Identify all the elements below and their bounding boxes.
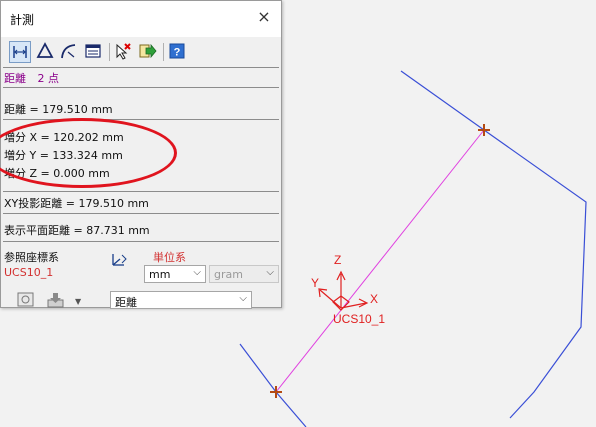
ucs-triad	[318, 270, 369, 311]
clear-selection-icon[interactable]	[113, 41, 135, 63]
ucs-name: UCS10_1	[4, 266, 54, 279]
dialog-title: 計測	[10, 13, 35, 27]
snapshot-icon[interactable]	[15, 291, 37, 312]
highlight-ellipse	[0, 118, 177, 188]
divider	[3, 67, 279, 68]
mode-row: 距離 2 点	[4, 70, 59, 86]
divider	[3, 241, 279, 242]
ucs-viewport-label: UCS10_1	[333, 312, 385, 326]
dropdown-arrow-icon[interactable]: ▼	[75, 297, 81, 306]
close-button[interactable]: ×	[255, 8, 273, 26]
measure-type-value: 距離	[115, 296, 137, 309]
measure-line	[275, 129, 485, 393]
unit-system-label: 単位系	[153, 251, 186, 264]
model-outline-top[interactable]	[400, 70, 587, 419]
axis-x-label: X	[370, 292, 378, 306]
measure-distance-icon[interactable]	[9, 41, 31, 63]
toolbar-separator	[109, 43, 110, 61]
length-unit-value: mm	[149, 268, 171, 281]
chevron-down-icon: ⌵	[193, 267, 201, 278]
measure-dialog[interactable]: 計測 × ? 距離 2 点 距離 = 179.510 mm 増分 X = 120…	[0, 0, 282, 309]
mass-unit-value: gram	[214, 268, 243, 281]
point-marker-end[interactable]	[478, 124, 490, 136]
points-count: 2 点	[37, 72, 60, 85]
dialog-titlebar[interactable]: 計測 ×	[1, 1, 281, 37]
measure-angle-icon[interactable]	[35, 41, 57, 63]
xy-projection-value: XY投影距離 = 179.510 mm	[4, 197, 149, 210]
distance-value: 距離 = 179.510 mm	[4, 103, 113, 116]
length-unit-select[interactable]: mm ⌵	[144, 265, 206, 283]
axis-y-label: Y	[311, 276, 319, 290]
reference-coordinate-label: 参照座標系	[4, 251, 59, 264]
ucs-select-icon[interactable]	[109, 251, 131, 272]
svg-text:?: ?	[174, 47, 181, 59]
measure-list-icon[interactable]	[83, 41, 105, 63]
divider	[3, 87, 279, 88]
measure-arc-icon[interactable]	[59, 41, 81, 63]
axis-z-label: Z	[334, 253, 341, 267]
model-outline-left[interactable]	[239, 343, 307, 427]
export-icon[interactable]	[137, 41, 159, 63]
mass-unit-select: gram ⌵	[209, 265, 279, 283]
measure-type-select[interactable]: 距離 ⌵	[110, 291, 252, 309]
toolbar-separator	[163, 43, 164, 61]
mode-label: 距離	[4, 72, 26, 85]
save-result-icon[interactable]	[45, 291, 67, 312]
chevron-down-icon: ⌵	[266, 267, 274, 278]
divider	[3, 191, 279, 192]
display-plane-value: 表示平面距離 = 87.731 mm	[4, 224, 150, 237]
divider	[3, 213, 279, 214]
chevron-down-icon: ⌵	[239, 293, 247, 304]
measure-toolbar: ?	[3, 39, 279, 67]
help-icon[interactable]: ?	[167, 41, 189, 63]
